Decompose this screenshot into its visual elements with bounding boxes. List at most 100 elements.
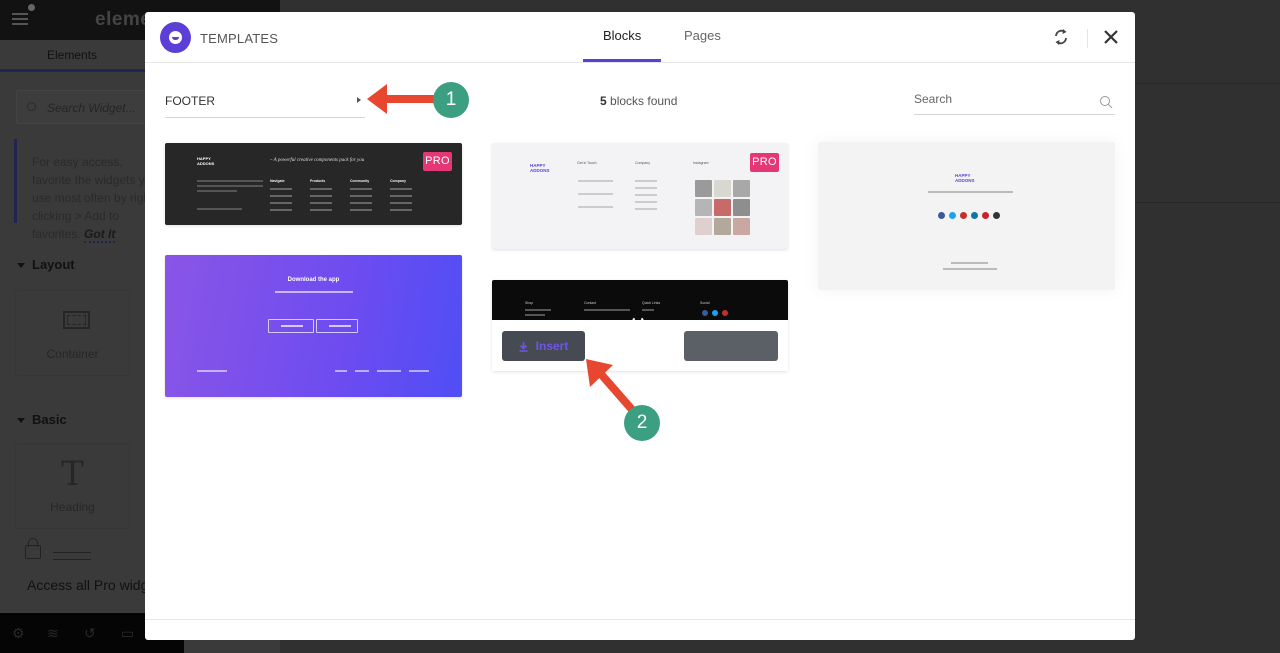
elementor-logo: eleme — [95, 9, 152, 30]
template-search-input[interactable] — [914, 92, 1089, 106]
favorites-note: For easy access, favorite the widgets yo… — [14, 139, 164, 243]
search-icon[interactable] — [1099, 95, 1113, 109]
template-copyright — [197, 370, 227, 372]
widget-search-placeholder: Search Widget... — [47, 101, 136, 115]
tab-blocks[interactable]: Blocks — [603, 28, 641, 43]
instagram-photo — [695, 180, 712, 197]
modal-header: TEMPLATES Blocks Pages — [145, 12, 1135, 63]
template-column: Products — [310, 179, 332, 216]
pro-badge: PRO — [423, 152, 452, 171]
template-card-centered-light[interactable]: HAPPY ADDONS — [818, 142, 1115, 290]
template-tagline: – A powerful creative components pack fo… — [270, 158, 365, 163]
instagram-photo — [695, 218, 712, 235]
template-copyright — [943, 268, 997, 270]
loading-spinner-icon — [632, 316, 644, 328]
template-card-download-app[interactable]: Download the app — [165, 255, 462, 397]
search-icon — [27, 102, 36, 111]
insert-button[interactable]: Insert — [502, 331, 585, 361]
template-card-dark-social[interactable]: Shop Contact Quick Links Social Insert — [492, 280, 788, 371]
template-column-title: Social — [700, 301, 710, 305]
responsive-icon[interactable]: ▭ — [121, 626, 135, 640]
template-column-title: Company — [635, 161, 650, 165]
widget-label: Heading — [50, 500, 95, 514]
template-card-light-instagram[interactable]: HAPPY ADDONS Get in Touch Company Instagr… — [492, 143, 788, 249]
youtube-icon — [960, 212, 967, 219]
blocks-count-label: blocks found — [610, 94, 678, 108]
facebook-icon — [938, 212, 945, 219]
speed-lines-icon — [53, 552, 91, 560]
template-brand: HAPPY ADDONS — [955, 173, 975, 183]
app: eleme Elements Search Widget... For easy… — [0, 0, 1280, 653]
linkedin-icon — [971, 212, 978, 219]
annotation-badge-1: 1 — [433, 82, 469, 118]
caret-down-icon — [17, 418, 25, 424]
section-title-text: Layout — [32, 257, 75, 272]
category-filter-value: FOOTER — [165, 94, 215, 108]
tab-elements[interactable]: Elements — [47, 48, 97, 62]
instagram-photo — [695, 199, 712, 216]
instagram-photo — [714, 218, 731, 235]
template-copyright — [197, 208, 242, 210]
app-store-button — [316, 319, 358, 333]
caret-down-icon — [17, 263, 25, 269]
instagram-photo — [733, 218, 750, 235]
template-card-dark-footer[interactable]: HAPPY ADDONS – A powerful creative compon… — [165, 143, 462, 225]
instagram-photo — [714, 199, 731, 216]
caret-right-icon — [357, 97, 361, 103]
pro-badge: PRO — [750, 153, 779, 172]
canvas-divider — [1135, 83, 1280, 84]
layers-icon[interactable]: ≋ — [47, 626, 61, 640]
tab-pages[interactable]: Pages — [684, 28, 721, 43]
settings-icon[interactable]: ⚙ — [12, 626, 26, 640]
section-title-text: Basic — [32, 412, 67, 427]
widget-search-input[interactable]: Search Widget... — [16, 90, 166, 124]
close-icon[interactable] — [1101, 27, 1121, 47]
widget-label: Container — [46, 347, 99, 361]
notification-dot — [28, 4, 35, 11]
twitter-icon — [712, 310, 718, 316]
container-icon — [63, 311, 90, 329]
github-icon — [993, 212, 1000, 219]
pinterest-icon — [982, 212, 989, 219]
instagram-photo — [733, 180, 750, 197]
template-text — [197, 180, 263, 195]
sync-icon[interactable] — [1052, 27, 1070, 47]
widget-container[interactable]: Container — [15, 290, 130, 376]
template-brand: HAPPY ADDONS — [530, 163, 550, 173]
got-it-link[interactable]: Got It — [84, 227, 116, 243]
facebook-icon — [702, 310, 708, 316]
insert-label: Insert — [535, 339, 569, 353]
header-separator — [1087, 29, 1088, 48]
heading-icon: T — [61, 454, 84, 494]
template-column: Navigate — [270, 179, 292, 216]
twitter-icon — [949, 212, 956, 219]
template-subtitle — [928, 191, 1013, 193]
instagram-photo — [714, 180, 731, 197]
template-search — [914, 89, 1115, 115]
section-title-layout[interactable]: Layout — [17, 257, 75, 272]
template-column-title: Shop — [525, 301, 534, 305]
templates-modal: TEMPLATES Blocks Pages FOOTER 5 blocks f… — [145, 12, 1135, 640]
section-title-basic[interactable]: Basic — [17, 412, 67, 427]
widget-heading[interactable]: T Heading — [15, 443, 130, 529]
blocks-count: 5 blocks found — [600, 94, 677, 108]
active-tab-indicator — [583, 59, 661, 62]
pro-widgets-promo[interactable]: Access all Pro widgets — [15, 538, 167, 610]
lock-icon — [25, 538, 41, 559]
happy-addons-logo-icon — [160, 22, 191, 53]
template-copyright — [951, 262, 988, 264]
history-icon[interactable]: ↺ — [84, 626, 98, 640]
menu-icon[interactable] — [12, 13, 28, 25]
youtube-icon — [722, 310, 728, 316]
download-icon — [519, 341, 528, 352]
template-column: Company — [390, 179, 412, 216]
canvas-divider — [1135, 202, 1280, 203]
preview-button[interactable] — [684, 331, 778, 361]
google-play-button — [268, 319, 314, 333]
modal-title: TEMPLATES — [200, 31, 279, 46]
template-brand: HAPPY ADDONS — [197, 156, 215, 166]
template-column-title: Contact — [584, 301, 597, 305]
instagram-photo — [733, 199, 750, 216]
template-column-title: Quick Links — [642, 301, 661, 305]
category-filter[interactable]: FOOTER — [165, 87, 365, 118]
